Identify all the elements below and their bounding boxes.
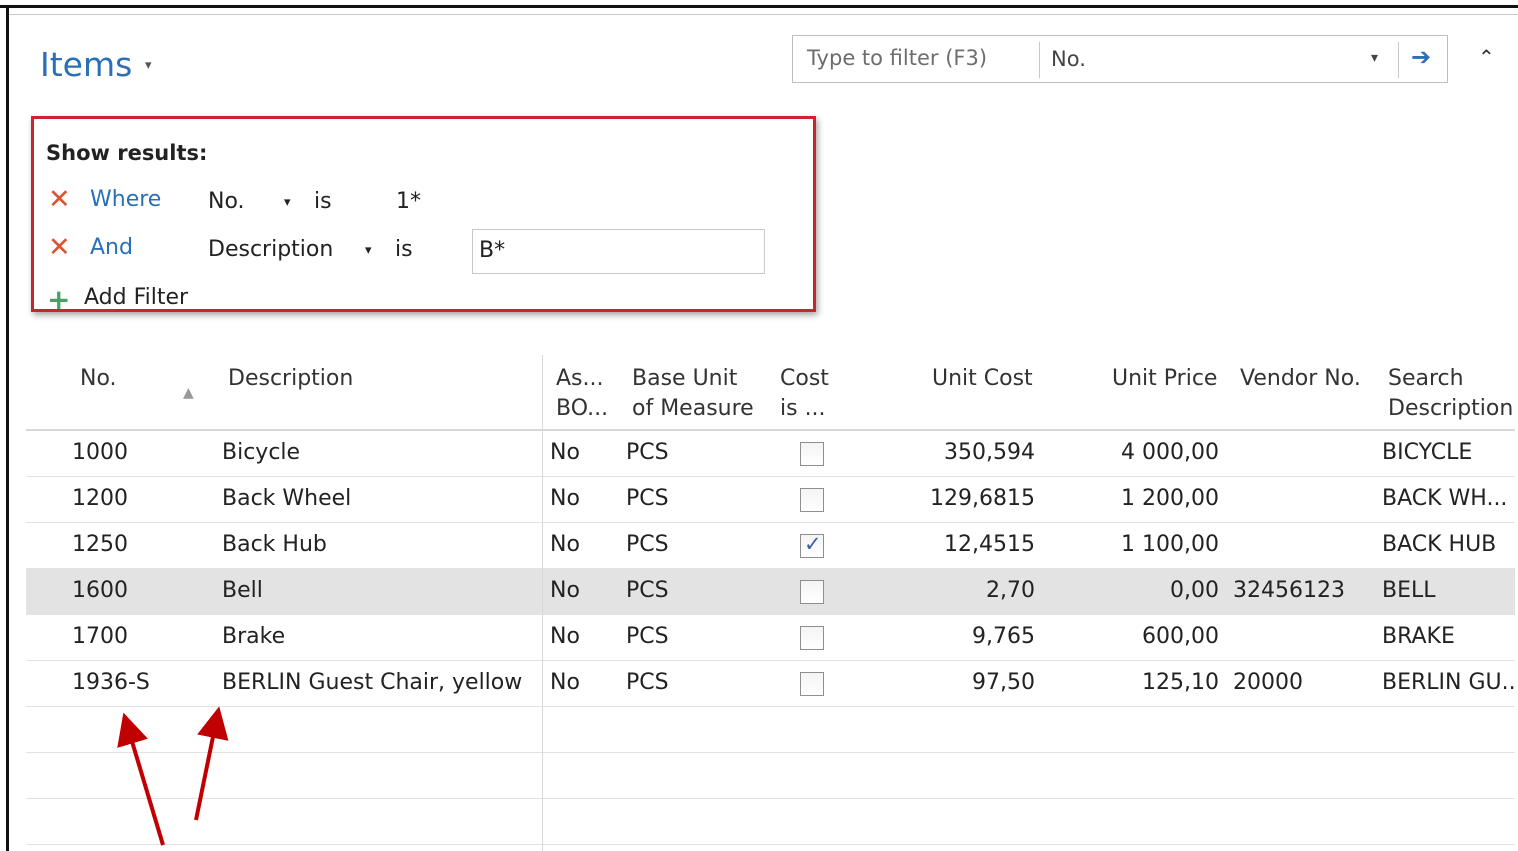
- annotation-arrow-no: [117, 712, 165, 846]
- annotation-arrows: [117, 706, 229, 846]
- annotation-arrow-description: [194, 706, 229, 821]
